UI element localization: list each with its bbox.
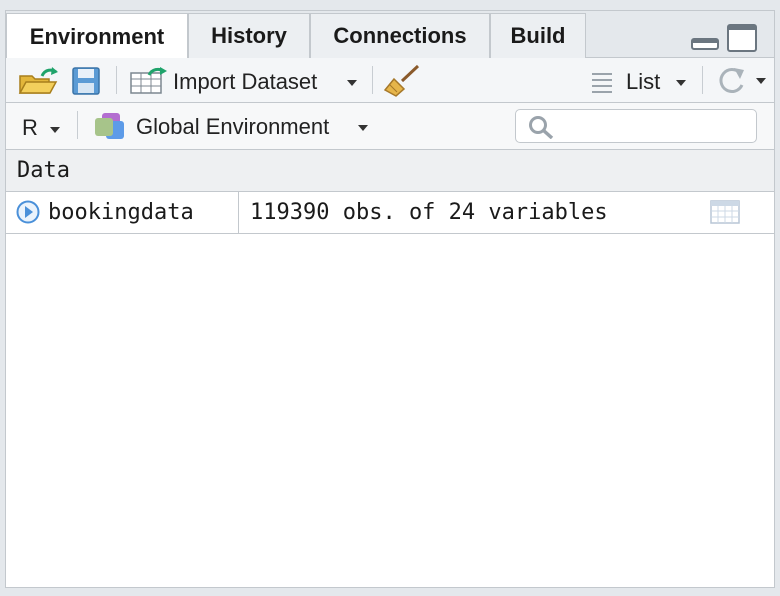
search-icon [529, 116, 554, 139]
language-dropdown[interactable]: R [16, 111, 66, 141]
load-workspace-button[interactable] [18, 66, 60, 101]
language-label: R [22, 115, 38, 140]
save-workspace-button[interactable] [72, 67, 100, 100]
import-table-icon [130, 67, 167, 94]
refresh-icon [719, 68, 744, 93]
minimize-icon [691, 38, 719, 50]
column-divider [238, 192, 239, 233]
tab-build-label: Build [510, 23, 566, 48]
folder-open-icon [18, 67, 58, 94]
data-section-header: Data [6, 150, 774, 192]
import-dataset-label: Import Dataset [173, 69, 318, 94]
chevron-down-icon [676, 80, 686, 86]
view-mode-dropdown[interactable]: List [588, 65, 692, 97]
object-value: 119390 obs. of 24 variables [250, 200, 608, 225]
chevron-down-icon [347, 80, 357, 86]
clear-workspace-button[interactable] [383, 63, 422, 102]
environment-label: Global Environment [136, 114, 330, 139]
refresh-button[interactable] [714, 64, 768, 96]
search-input[interactable] [560, 114, 754, 140]
broom-icon [383, 64, 420, 97]
toolbar-separator [77, 111, 78, 139]
environment-pane: Environment History Connections Build Im… [5, 10, 775, 588]
toolbar-separator [116, 66, 117, 94]
pane-tab-bar: Environment History Connections Build [6, 11, 774, 59]
environment-toolbar: Import Dataset List [6, 58, 774, 103]
search-field[interactable] [515, 109, 757, 143]
tab-build[interactable]: Build [490, 13, 586, 58]
tab-connections-label: Connections [333, 23, 467, 48]
view-mode-label: List [626, 69, 661, 94]
chevron-down-icon [50, 127, 60, 133]
environment-selector-bar: R Global Environment [6, 103, 774, 150]
maximize-icon [727, 24, 757, 52]
minimize-pane-button[interactable] [691, 37, 719, 56]
environment-dropdown[interactable]: Global Environment [92, 110, 382, 142]
tab-connections[interactable]: Connections [310, 13, 490, 58]
tab-environment[interactable]: Environment [6, 13, 188, 59]
save-icon [72, 67, 100, 95]
import-dataset-button[interactable]: Import Dataset [129, 65, 369, 97]
object-name[interactable]: bookingdata [48, 200, 194, 225]
chevron-down-icon [358, 125, 368, 131]
chevron-down-icon [756, 78, 766, 84]
expand-icon[interactable] [16, 200, 40, 224]
table-row[interactable]: bookingdata 119390 obs. of 24 variables [6, 192, 774, 234]
maximize-pane-button[interactable] [727, 24, 757, 57]
tab-environment-label: Environment [29, 23, 165, 49]
list-icon [592, 73, 612, 93]
environment-icon [95, 113, 124, 139]
tab-history[interactable]: History [188, 13, 310, 58]
view-table-icon[interactable] [710, 200, 740, 226]
data-section-title: Data [17, 158, 70, 183]
tab-history-label: History [211, 23, 287, 48]
toolbar-separator [372, 66, 373, 94]
toolbar-separator [702, 66, 703, 94]
